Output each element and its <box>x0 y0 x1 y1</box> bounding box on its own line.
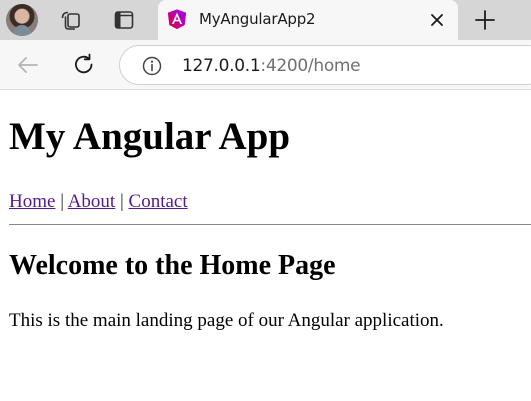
tab-strip: MyAngularApp2 <box>0 0 531 40</box>
nav-separator: | <box>119 191 124 212</box>
back-arrow-icon[interactable] <box>15 52 41 78</box>
info-icon[interactable] <box>141 55 163 77</box>
nav-link-contact[interactable]: Contact <box>129 191 188 212</box>
nav-link-about[interactable]: About <box>68 191 116 212</box>
body-text: This is the main landing page of our Ang… <box>9 310 444 331</box>
url-path: :4200/home <box>260 56 361 76</box>
refresh-icon[interactable] <box>71 52 97 78</box>
avatar[interactable] <box>6 4 38 36</box>
page-title: My Angular App <box>9 115 291 158</box>
active-tab[interactable]: MyAngularApp2 <box>158 0 458 40</box>
plus-icon[interactable] <box>472 7 498 33</box>
nav-separator: | <box>60 191 64 212</box>
angular-logo-icon <box>167 9 187 30</box>
collections-icon[interactable] <box>59 8 83 32</box>
browser-toolbar: 127.0.0.1:4200/home <box>0 40 531 90</box>
url-text[interactable]: 127.0.0.1:4200/home <box>182 56 361 76</box>
site-nav: Home | About | Contact <box>9 192 188 211</box>
nav-link-home[interactable]: Home <box>9 191 55 212</box>
web-page: My Angular App Home | About | Contact We… <box>0 91 531 401</box>
url-host: 127.0.0.1 <box>182 56 261 76</box>
close-icon[interactable] <box>428 11 446 29</box>
divider <box>9 224 531 225</box>
address-bar[interactable]: 127.0.0.1:4200/home <box>119 45 531 85</box>
tab-title: MyAngularApp2 <box>199 10 316 28</box>
tab-actions-icon[interactable] <box>112 8 136 32</box>
section-title: Welcome to the Home Page <box>9 250 336 281</box>
